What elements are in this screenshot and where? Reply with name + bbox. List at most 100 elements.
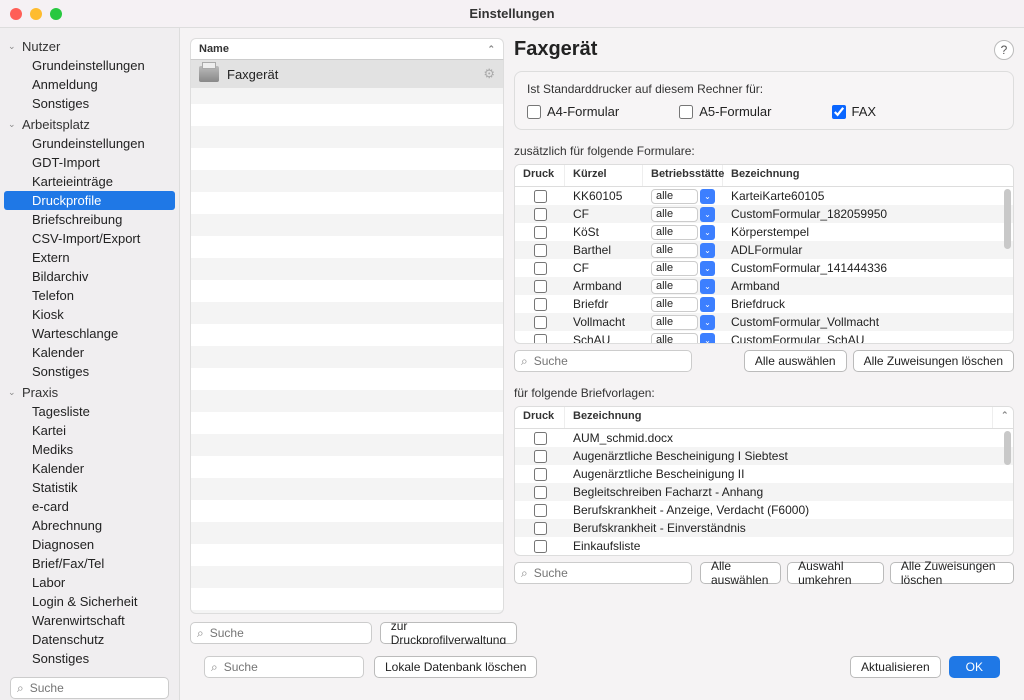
- row-checkbox[interactable]: [534, 298, 547, 311]
- sidebar-item[interactable]: Briefschreibung: [0, 210, 179, 229]
- betriebsstaette-select[interactable]: alle: [651, 243, 698, 258]
- letters-search[interactable]: ⌕: [514, 562, 692, 584]
- table-row[interactable]: Einkaufsliste: [515, 537, 1013, 555]
- profile-list-item[interactable]: Faxgerät ⚙: [191, 60, 503, 88]
- dropdown-icon[interactable]: ⌄: [700, 261, 715, 276]
- letters-select-all-button[interactable]: Alle auswählen: [700, 562, 781, 584]
- forms-search-input[interactable]: [534, 354, 689, 368]
- dropdown-icon[interactable]: ⌄: [700, 279, 715, 294]
- col-druck[interactable]: Druck: [515, 407, 565, 428]
- row-checkbox[interactable]: [534, 450, 547, 463]
- sidebar-item[interactable]: GDT-Import: [0, 153, 179, 172]
- row-checkbox[interactable]: [534, 280, 547, 293]
- table-row[interactable]: Berufskrankheit - Anzeige, Verdacht (F60…: [515, 501, 1013, 519]
- standard-printer-checkbox[interactable]: A4-Formular: [527, 104, 619, 119]
- dropdown-icon[interactable]: ⌄: [700, 225, 715, 240]
- row-checkbox[interactable]: [534, 468, 547, 481]
- sidebar-item[interactable]: Anmeldung: [0, 75, 179, 94]
- checkbox-input[interactable]: [679, 105, 693, 119]
- sidebar-item[interactable]: Sonstiges: [0, 362, 179, 381]
- sidebar-item[interactable]: Mediks: [0, 440, 179, 459]
- sidebar-item[interactable]: Brief/Fax/Tel: [0, 554, 179, 573]
- sidebar-item[interactable]: Bildarchiv: [0, 267, 179, 286]
- row-checkbox[interactable]: [534, 432, 547, 445]
- dropdown-icon[interactable]: ⌄: [700, 297, 715, 312]
- sidebar-item[interactable]: Tagesliste: [0, 402, 179, 421]
- table-row[interactable]: Vollmachtalle⌄CustomFormular_Vollmacht: [515, 313, 1013, 331]
- row-checkbox[interactable]: [534, 486, 547, 499]
- dropdown-icon[interactable]: ⌄: [700, 243, 715, 258]
- refresh-button[interactable]: Aktualisieren: [850, 656, 941, 678]
- sidebar-search[interactable]: ⌕: [10, 677, 169, 699]
- row-checkbox[interactable]: [534, 208, 547, 221]
- sidebar-item[interactable]: Kartei: [0, 421, 179, 440]
- sidebar-item[interactable]: Druckprofile: [4, 191, 175, 210]
- sidebar-item[interactable]: Kiosk: [0, 305, 179, 324]
- betriebsstaette-select[interactable]: alle: [651, 225, 698, 240]
- sidebar-item[interactable]: Warteschlange: [0, 324, 179, 343]
- sidebar-item[interactable]: e-card: [0, 497, 179, 516]
- table-row[interactable]: Augenärztliche Bescheinigung I Siebtest: [515, 447, 1013, 465]
- betriebsstaette-select[interactable]: alle: [651, 279, 698, 294]
- forms-select-all-button[interactable]: Alle auswählen: [744, 350, 847, 372]
- row-checkbox[interactable]: [534, 334, 547, 344]
- sidebar-section-header[interactable]: ⌄Praxis: [0, 383, 179, 402]
- sidebar-item[interactable]: Kalender: [0, 343, 179, 362]
- sidebar-item[interactable]: Karteieinträge: [0, 172, 179, 191]
- letters-invert-button[interactable]: Auswahl umkehren: [787, 562, 884, 584]
- row-checkbox[interactable]: [534, 316, 547, 329]
- titlebar[interactable]: Einstellungen: [0, 0, 1024, 28]
- sidebar-section-header[interactable]: ⌄Nutzer: [0, 37, 179, 56]
- row-checkbox[interactable]: [534, 504, 547, 517]
- forms-clear-button[interactable]: Alle Zuweisungen löschen: [853, 350, 1014, 372]
- dropdown-icon[interactable]: ⌄: [700, 315, 715, 330]
- ok-button[interactable]: OK: [949, 656, 1000, 678]
- profile-search-input[interactable]: [210, 626, 365, 640]
- close-icon[interactable]: [10, 8, 22, 20]
- profile-manage-button[interactable]: zur Druckprofilverwaltung: [380, 622, 517, 644]
- betriebsstaette-select[interactable]: alle: [651, 315, 698, 330]
- betriebsstaette-select[interactable]: alle: [651, 333, 698, 344]
- letters-search-input[interactable]: [534, 566, 689, 580]
- sidebar-section-header[interactable]: ⌄Arbeitsplatz: [0, 115, 179, 134]
- sidebar-item[interactable]: Labor: [0, 573, 179, 592]
- sidebar-item[interactable]: Login & Sicherheit: [0, 592, 179, 611]
- sidebar-item[interactable]: Abrechnung: [0, 516, 179, 535]
- global-search[interactable]: ⌕: [204, 656, 364, 678]
- row-checkbox[interactable]: [534, 244, 547, 257]
- sidebar-item[interactable]: Diagnosen: [0, 535, 179, 554]
- dropdown-icon[interactable]: ⌄: [700, 189, 715, 204]
- help-button[interactable]: ?: [994, 40, 1014, 60]
- row-checkbox[interactable]: [534, 522, 547, 535]
- col-bezeichnung[interactable]: Bezeichnung: [723, 165, 1013, 186]
- forms-search[interactable]: ⌕: [514, 350, 692, 372]
- sidebar-item[interactable]: CSV-Import/Export: [0, 229, 179, 248]
- checkbox-input[interactable]: [832, 105, 846, 119]
- scrollbar-thumb[interactable]: [1004, 189, 1011, 249]
- betriebsstaette-select[interactable]: alle: [651, 261, 698, 276]
- betriebsstaette-select[interactable]: alle: [651, 189, 698, 204]
- sidebar-item[interactable]: Warenwirtschaft: [0, 611, 179, 630]
- col-kuerzel[interactable]: Kürzel: [565, 165, 643, 186]
- col-betriebsstaette[interactable]: Betriebsstätte: [643, 165, 723, 186]
- sidebar-item[interactable]: Statistik: [0, 478, 179, 497]
- table-row[interactable]: Barthelalle⌄ADLFormular: [515, 241, 1013, 259]
- scrollbar-thumb[interactable]: [1004, 431, 1011, 465]
- table-row[interactable]: Briefdralle⌄Briefdruck: [515, 295, 1013, 313]
- sidebar-search-input[interactable]: [30, 681, 180, 695]
- global-search-input[interactable]: [224, 660, 379, 674]
- standard-printer-checkbox[interactable]: FAX: [832, 104, 877, 119]
- delete-local-db-button[interactable]: Lokale Datenbank löschen: [374, 656, 537, 678]
- betriebsstaette-select[interactable]: alle: [651, 297, 698, 312]
- table-row[interactable]: Armbandalle⌄Armband: [515, 277, 1013, 295]
- standard-printer-checkbox[interactable]: A5-Formular: [679, 104, 771, 119]
- sidebar-item[interactable]: Telefon: [0, 286, 179, 305]
- sidebar-item[interactable]: Kalender: [0, 459, 179, 478]
- sidebar-item[interactable]: Sonstiges: [0, 94, 179, 113]
- col-bezeichnung[interactable]: Bezeichnung: [565, 407, 993, 428]
- dropdown-icon[interactable]: ⌄: [700, 333, 715, 344]
- betriebsstaette-select[interactable]: alle: [651, 207, 698, 222]
- table-row[interactable]: Begleitschreiben Facharzt - Anhang: [515, 483, 1013, 501]
- table-row[interactable]: KK60105alle⌄KarteiKarte60105: [515, 187, 1013, 205]
- table-row[interactable]: CFalle⌄CustomFormular_182059950: [515, 205, 1013, 223]
